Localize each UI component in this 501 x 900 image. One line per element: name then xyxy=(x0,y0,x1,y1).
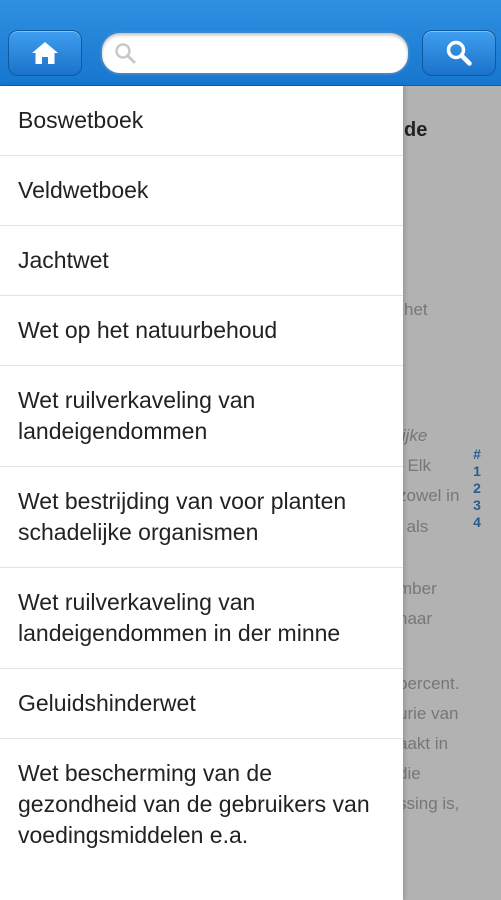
menu-item-natuurbehoud[interactable]: Wet op het natuurbehoud xyxy=(0,296,403,366)
search-field[interactable] xyxy=(100,31,410,75)
home-icon xyxy=(31,40,59,66)
bg-text-fragment: het xyxy=(404,300,428,319)
bg-text-fragment: urie van xyxy=(398,704,459,723)
bg-text-fragment: ssing is, xyxy=(398,794,460,813)
home-button[interactable] xyxy=(8,30,82,76)
menu-item-jachtwet[interactable]: Jachtwet xyxy=(0,226,403,296)
menu-item-geluidshinderwet[interactable]: Geluidshinderwet xyxy=(0,669,403,739)
index-link-3[interactable]: 3 xyxy=(470,497,484,514)
menu-item-voedingsmiddelen[interactable]: Wet bescherming van de gezondheid van de… xyxy=(0,739,403,870)
index-link-4[interactable]: 4 xyxy=(470,514,484,531)
bg-text-fragment: mber xyxy=(398,579,437,598)
menu-item-bestrijding-organismen[interactable]: Wet bestrijding van voor planten schadel… xyxy=(0,467,403,568)
bg-text-fragment: aakt in xyxy=(398,734,449,753)
index-link-2[interactable]: 2 xyxy=(470,480,484,497)
menu-item-veldwetboek[interactable]: Veldwetboek xyxy=(0,156,403,226)
bg-heading-fragment: de xyxy=(404,119,428,141)
bg-text-fragment: naar xyxy=(398,609,433,628)
bg-text-fragment: zowel in xyxy=(398,486,460,505)
index-link-1[interactable]: 1 xyxy=(470,463,484,480)
index-link-hash[interactable]: # xyxy=(470,446,484,463)
search-input[interactable] xyxy=(140,43,394,63)
search-field-icon xyxy=(114,42,136,64)
menu-item-boswetboek[interactable]: Boswetboek xyxy=(0,86,403,156)
search-icon xyxy=(445,39,473,67)
menu-item-ruilverkaveling-minne[interactable]: Wet ruilverkaveling van landeigendommen … xyxy=(0,568,403,669)
law-menu-drawer: Boswetboek Veldwetboek Jachtwet Wet op h… xyxy=(0,86,403,900)
menu-item-ruilverkaveling[interactable]: Wet ruilverkaveling van landeigendommen xyxy=(0,366,403,467)
bg-text-fragment: percent. xyxy=(398,674,460,693)
top-toolbar xyxy=(0,0,501,86)
search-button[interactable] xyxy=(422,30,496,76)
